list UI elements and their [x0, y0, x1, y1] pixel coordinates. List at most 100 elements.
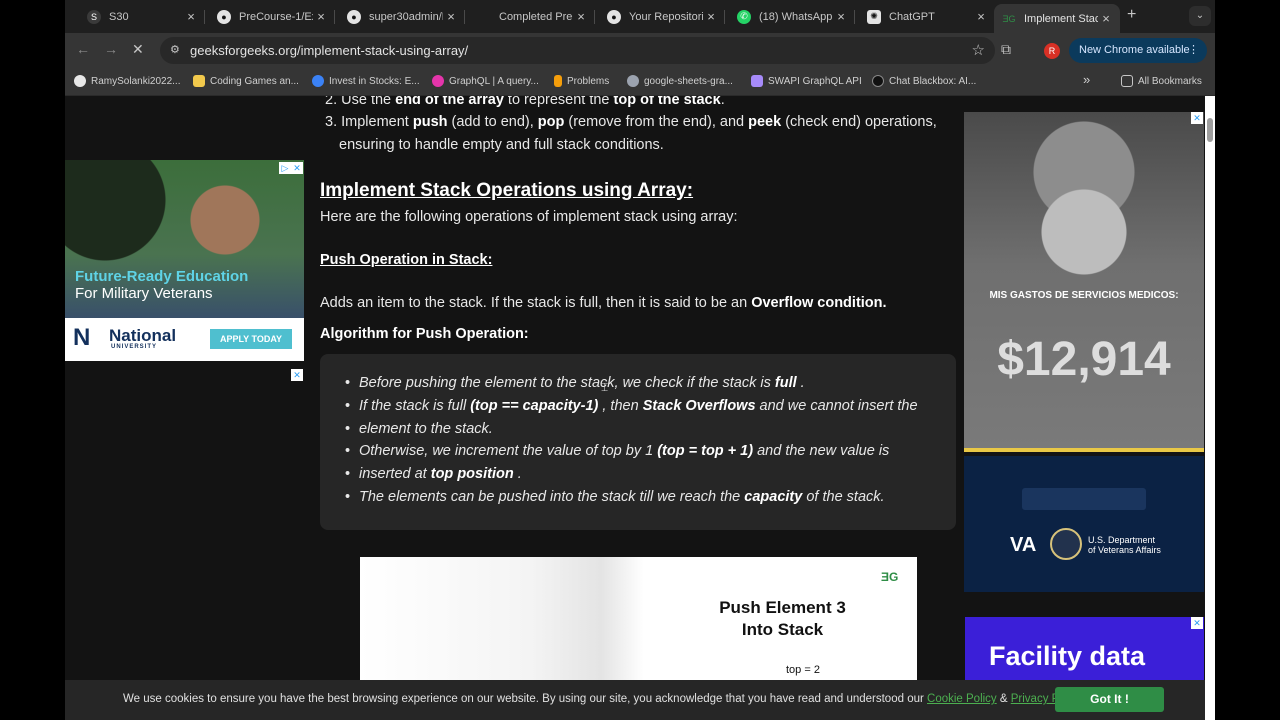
- bookmark-item[interactable]: google-sheets-gra...: [627, 75, 733, 87]
- ad-cta-button[interactable]: [1022, 488, 1146, 510]
- bold-text: push: [412, 114, 448, 130]
- close-icon[interactable]: ×: [1098, 11, 1114, 26]
- bookmark-item[interactable]: RamySolanki2022...: [74, 75, 181, 87]
- list-item: 2. Use the end of the array to represent…: [325, 96, 725, 112]
- text: Implement: [341, 114, 413, 130]
- section-heading[interactable]: Implement Stack Operations using Array:: [320, 180, 693, 202]
- profile-avatar[interactable]: R: [1044, 43, 1060, 59]
- bold-text: end of the array: [395, 96, 504, 108]
- bookmark-label: Chat Blackbox: AI...: [889, 75, 977, 87]
- text: If the stack is full: [359, 398, 471, 414]
- tab-whatsapp[interactable]: ✆ (18) WhatsApp ×: [715, 4, 855, 29]
- site-settings-icon[interactable]: ⚙: [170, 43, 180, 56]
- ad-headline: Future-Ready Education: [75, 268, 249, 285]
- ad-subheadline: For Military Veterans: [75, 285, 213, 302]
- chrome-update-button[interactable]: New Chrome available ⋮: [1069, 38, 1207, 63]
- bookmark-label: RamySolanki2022...: [91, 75, 181, 87]
- push-heading[interactable]: Push Operation in Stack:: [320, 252, 492, 268]
- list-number: 3.: [325, 114, 342, 130]
- tab-s30[interactable]: S S30 ×: [65, 4, 205, 29]
- update-label: New Chrome available: [1079, 44, 1190, 56]
- text: The elements can be pushed into the stac…: [359, 489, 745, 505]
- extensions-puzzle-icon[interactable]: ⧉: [1001, 41, 1011, 58]
- swapi-icon: [751, 75, 763, 87]
- ad-info-icon[interactable]: ▷: [279, 162, 291, 174]
- scrollbar-thumb[interactable]: [1207, 118, 1213, 142]
- bookmark-label: GraphQL | A query...: [449, 75, 539, 87]
- bold-text: (top = top + 1): [657, 443, 754, 459]
- left-ad[interactable]: Future-Ready Education For Military Vete…: [65, 160, 304, 361]
- all-bookmarks[interactable]: All Bookmarks: [1121, 75, 1202, 87]
- ad-amount: $12,914: [997, 333, 1171, 386]
- tab-super30admin[interactable]: ● super30admin/P ×: [325, 4, 465, 29]
- gfg-logo-icon: ƎG: [881, 570, 899, 584]
- bookmark-label: Invest in Stocks: E...: [329, 75, 420, 87]
- accept-cookies-button[interactable]: Got It !: [1055, 687, 1164, 712]
- bookmark-item[interactable]: Invest in Stocks: E...: [312, 75, 420, 87]
- more-bookmarks-chevron-icon[interactable]: »: [1083, 72, 1090, 87]
- ad-photo: [964, 112, 1204, 452]
- scrollbar[interactable]: [1205, 96, 1215, 720]
- coding-games-icon: [193, 75, 205, 87]
- text: inserted at: [359, 466, 431, 482]
- folder-icon: [1121, 75, 1133, 87]
- right-ad[interactable]: MIS GASTOS DE SERVICIOS MEDICOS: $12,914: [964, 112, 1204, 452]
- tab-implement-stack[interactable]: ƎG Implement Stac ×: [994, 4, 1120, 33]
- list-item: The elements can be pushed into the stac…: [345, 486, 939, 509]
- bookmark-item[interactable]: Problems: [554, 75, 609, 87]
- forward-arrow-icon[interactable]: →: [104, 41, 118, 57]
- tab-bar: S S30 × ● PreCourse-1/Exe × ● super30adm…: [65, 0, 1215, 33]
- right-ad-footer[interactable]: VA U.S. Department of Veterans Affairs: [964, 456, 1204, 592]
- tab-repositories[interactable]: ● Your Repositori ×: [585, 4, 725, 29]
- list-item-continuation: ensuring to handle empty and full stack …: [339, 137, 664, 153]
- bookmark-label: Problems: [567, 75, 610, 87]
- ad-close-icon[interactable]: ✕: [1191, 617, 1203, 629]
- ad-close-icon[interactable]: ✕: [1191, 112, 1203, 124]
- mouse-cursor-icon: ⌶: [601, 380, 609, 394]
- algorithm-box: Before pushing the element to the stack,…: [320, 354, 956, 530]
- tab-label: PreCourse-1/Exe: [239, 10, 313, 23]
- new-tab-plus-icon[interactable]: +: [1127, 6, 1136, 24]
- cookie-text: We use cookies to ensure you have the be…: [123, 693, 1082, 705]
- address-bar[interactable]: ⚙ geeksforgeeks.org/implement-stack-usin…: [160, 37, 995, 64]
- bold-text: Stack Overflows: [642, 398, 756, 414]
- bookmark-item[interactable]: Coding Games an...: [193, 75, 299, 87]
- text: (check end) operations,: [781, 114, 937, 130]
- menu-dots-icon[interactable]: ⋮: [1188, 38, 1199, 63]
- invest-icon: [312, 75, 324, 87]
- bookmark-star-icon[interactable]: ☆: [972, 41, 985, 59]
- url-text[interactable]: geeksforgeeks.org/implement-stack-using-…: [190, 43, 468, 58]
- tab-label: Your Repositori: [629, 10, 703, 23]
- back-arrow-icon[interactable]: ←: [76, 41, 90, 57]
- diagram-title-line: Push Element 3: [719, 598, 846, 617]
- list-number: 2.: [325, 96, 342, 108]
- tab-label: ChatGPT: [889, 10, 935, 23]
- apply-today-button[interactable]: APPLY TODAY: [210, 329, 292, 349]
- list-item: Otherwise, we increment the value of top…: [345, 440, 939, 463]
- text: Use the: [341, 96, 396, 108]
- tab-completed[interactable]: Completed PreC ×: [455, 4, 595, 29]
- tab-chatgpt[interactable]: ✺ ChatGPT ×: [845, 4, 995, 29]
- doc-icon: [477, 10, 491, 24]
- bookmark-item[interactable]: SWAPI GraphQL API: [751, 75, 862, 87]
- bookmark-item[interactable]: GraphQL | A query...: [432, 75, 539, 87]
- va-dept-line: of Veterans Affairs: [1088, 545, 1161, 555]
- bold-text: pop: [537, 114, 565, 130]
- va-logo: VA: [1010, 534, 1037, 556]
- ad-close-icon[interactable]: ✕: [291, 369, 303, 381]
- tab-precourse[interactable]: ● PreCourse-1/Exe ×: [195, 4, 335, 29]
- tab-search-chevron-icon[interactable]: ⌄: [1189, 6, 1211, 26]
- text: Before pushing the element to the stack,…: [359, 375, 775, 391]
- bookmark-label: SWAPI GraphQL API: [768, 75, 862, 87]
- ad-footer: N National UNIVERSITY APPLY TODAY: [65, 318, 304, 361]
- cookie-policy-link[interactable]: Cookie Policy: [927, 693, 997, 705]
- close-icon[interactable]: ×: [973, 9, 989, 24]
- text: and we cannot insert the: [755, 398, 918, 414]
- national-logo-icon: N: [73, 324, 91, 351]
- stop-loading-icon[interactable]: ✕: [132, 41, 144, 58]
- ad-close-icon[interactable]: ✕: [291, 162, 303, 174]
- problems-icon: [554, 75, 562, 87]
- bold-text: full: [774, 375, 797, 391]
- bookmark-item[interactable]: Chat Blackbox: AI...: [872, 75, 976, 87]
- list-item-continuation: inserted at top position .: [345, 463, 939, 486]
